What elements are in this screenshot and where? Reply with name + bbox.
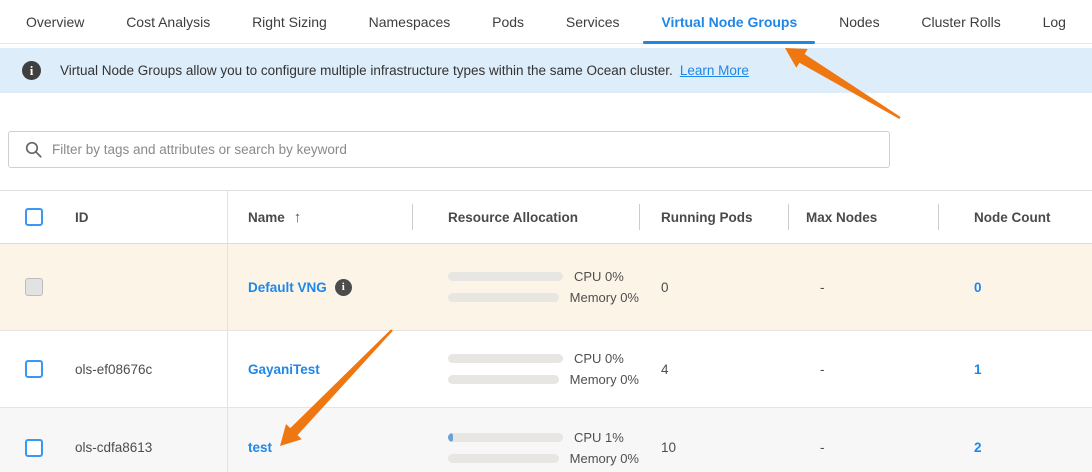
column-header-node-count-label: Node Count bbox=[974, 210, 1051, 225]
memory-usage: Memory 0% bbox=[448, 451, 639, 466]
vng-table: ID Name ↑ Resource Allocation Running Pod… bbox=[0, 190, 1092, 472]
virtual-node-groups-page: Overview Cost Analysis Right Sizing Name… bbox=[0, 0, 1092, 472]
tab-right-sizing[interactable]: Right Sizing bbox=[248, 0, 331, 44]
row-id-value: ols-cdfa8613 bbox=[75, 440, 152, 455]
row-name-cell: Default VNG i bbox=[228, 279, 412, 296]
tab-pods[interactable]: Pods bbox=[488, 0, 528, 44]
column-header-running-pods-label: Running Pods bbox=[661, 210, 753, 225]
tab-overview[interactable]: Overview bbox=[22, 0, 88, 44]
column-header-node-count: Node Count bbox=[938, 191, 1092, 243]
max-nodes-value: - bbox=[806, 280, 825, 295]
memory-usage: Memory 0% bbox=[448, 372, 639, 387]
row-checkbox-cell bbox=[0, 331, 60, 407]
cpu-bar bbox=[448, 354, 563, 363]
max-nodes-value: - bbox=[806, 440, 825, 455]
resource-allocation-cell: CPU 1% Memory 0% bbox=[412, 430, 639, 466]
row-checkbox-cell bbox=[0, 408, 60, 472]
tab-cluster-rolls[interactable]: Cluster Rolls bbox=[917, 0, 1004, 44]
max-nodes-value: - bbox=[806, 362, 825, 377]
memory-bar bbox=[448, 375, 559, 384]
header-checkbox-cell bbox=[0, 191, 60, 243]
vng-name-link[interactable]: GayaniTest bbox=[248, 362, 320, 377]
column-header-name-label: Name bbox=[248, 210, 285, 225]
banner-text: Virtual Node Groups allow you to configu… bbox=[60, 63, 673, 78]
running-pods-value: 10 bbox=[661, 440, 676, 455]
row-checkbox[interactable] bbox=[25, 360, 43, 378]
table-row-default-vng: Default VNG i CPU 0% Memory 0% 0 bbox=[0, 244, 1092, 331]
cpu-label: CPU 0% bbox=[574, 269, 624, 284]
column-header-name[interactable]: Name ↑ bbox=[228, 209, 412, 226]
node-count-link[interactable]: 2 bbox=[974, 440, 982, 455]
info-icon[interactable]: i bbox=[335, 279, 352, 296]
tab-nodes[interactable]: Nodes bbox=[835, 0, 883, 44]
cpu-bar bbox=[448, 433, 563, 442]
memory-usage: Memory 0% bbox=[448, 290, 639, 305]
node-count-link[interactable]: 0 bbox=[974, 280, 982, 295]
node-count-cell: 2 bbox=[938, 440, 1092, 455]
row-id-cell: ols-cdfa8613 bbox=[60, 408, 228, 472]
column-header-resource-label: Resource Allocation bbox=[448, 210, 578, 225]
tab-virtual-node-groups[interactable]: Virtual Node Groups bbox=[657, 0, 801, 44]
info-icon: i bbox=[22, 61, 41, 80]
column-header-resource-allocation: Resource Allocation bbox=[412, 191, 639, 243]
vng-name-link[interactable]: Default VNG i bbox=[248, 279, 352, 296]
table-row-test: ols-cdfa8613 test CPU 1% Memory 0% bbox=[0, 408, 1092, 472]
running-pods-value: 0 bbox=[661, 280, 669, 295]
resource-allocation-cell: CPU 0% Memory 0% bbox=[412, 269, 639, 305]
max-nodes-cell: - bbox=[788, 280, 938, 295]
column-header-running-pods: Running Pods bbox=[639, 191, 788, 243]
max-nodes-cell: - bbox=[788, 440, 938, 455]
memory-bar bbox=[448, 454, 559, 463]
info-banner: i Virtual Node Groups allow you to confi… bbox=[0, 48, 1092, 93]
column-header-max-nodes-label: Max Nodes bbox=[806, 210, 877, 225]
row-name-cell: GayaniTest bbox=[228, 362, 412, 377]
filter-search-box bbox=[8, 131, 890, 168]
running-pods-cell: 10 bbox=[639, 440, 788, 455]
vng-name-label: GayaniTest bbox=[248, 362, 320, 377]
row-checkbox-cell bbox=[0, 244, 60, 330]
tab-services[interactable]: Services bbox=[562, 0, 624, 44]
memory-label: Memory 0% bbox=[570, 372, 639, 387]
node-count-cell: 0 bbox=[938, 280, 1092, 295]
cpu-usage: CPU 1% bbox=[448, 430, 639, 445]
row-id-value: ols-ef08676c bbox=[75, 362, 152, 377]
column-header-id: ID bbox=[60, 191, 228, 243]
row-id-cell bbox=[60, 244, 228, 330]
search-icon bbox=[25, 141, 42, 158]
node-count-cell: 1 bbox=[938, 362, 1092, 377]
cpu-usage: CPU 0% bbox=[448, 269, 639, 284]
table-row-gayanitest: ols-ef08676c GayaniTest CPU 0% Memory 0% bbox=[0, 331, 1092, 408]
row-id-cell: ols-ef08676c bbox=[60, 331, 228, 407]
running-pods-cell: 4 bbox=[639, 362, 788, 377]
memory-label: Memory 0% bbox=[570, 451, 639, 466]
memory-bar bbox=[448, 293, 559, 302]
search-input[interactable] bbox=[52, 142, 889, 157]
cluster-tab-bar: Overview Cost Analysis Right Sizing Name… bbox=[0, 0, 1092, 44]
cpu-bar bbox=[448, 272, 563, 281]
row-checkbox-disabled bbox=[25, 278, 43, 296]
memory-label: Memory 0% bbox=[570, 290, 639, 305]
column-header-max-nodes: Max Nodes bbox=[788, 191, 938, 243]
tab-log[interactable]: Log bbox=[1039, 0, 1070, 44]
max-nodes-cell: - bbox=[788, 362, 938, 377]
sort-ascending-icon[interactable]: ↑ bbox=[294, 209, 302, 226]
tab-cost-analysis[interactable]: Cost Analysis bbox=[122, 0, 214, 44]
cpu-usage: CPU 0% bbox=[448, 351, 639, 366]
node-count-link[interactable]: 1 bbox=[974, 362, 982, 377]
table-header-row: ID Name ↑ Resource Allocation Running Pod… bbox=[0, 191, 1092, 244]
row-name-cell: test bbox=[228, 440, 412, 455]
vng-name-label: test bbox=[248, 440, 272, 455]
vng-name-link[interactable]: test bbox=[248, 440, 272, 455]
resource-allocation-cell: CPU 0% Memory 0% bbox=[412, 351, 639, 387]
tab-namespaces[interactable]: Namespaces bbox=[365, 0, 455, 44]
vng-name-label: Default VNG bbox=[248, 280, 327, 295]
learn-more-link[interactable]: Learn More bbox=[680, 63, 749, 78]
cpu-label: CPU 0% bbox=[574, 351, 624, 366]
select-all-checkbox[interactable] bbox=[25, 208, 43, 226]
row-checkbox[interactable] bbox=[25, 439, 43, 457]
column-header-id-label: ID bbox=[75, 210, 89, 225]
running-pods-cell: 0 bbox=[639, 280, 788, 295]
cpu-label: CPU 1% bbox=[574, 430, 624, 445]
running-pods-value: 4 bbox=[661, 362, 669, 377]
